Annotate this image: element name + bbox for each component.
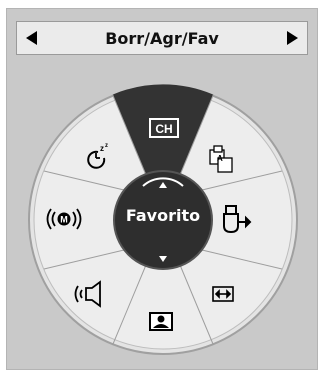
wheel-segment-sleep-timer[interactable]	[80, 138, 116, 174]
wheel-segment-surround[interactable]	[46, 201, 82, 237]
quick-menu-wheel: CH A M	[28, 84, 298, 355]
wheel-segment-input[interactable]	[216, 202, 252, 238]
wheel-segment-pip-swap[interactable]	[203, 139, 239, 175]
svg-text:CH: CH	[155, 122, 172, 136]
wheel-segment-sound-mode[interactable]	[73, 276, 109, 312]
wheel-segment-aspect-ratio[interactable]	[205, 276, 241, 312]
center-label: Favorito	[125, 206, 201, 225]
wheel-segment-picture-mode[interactable]	[143, 304, 179, 340]
